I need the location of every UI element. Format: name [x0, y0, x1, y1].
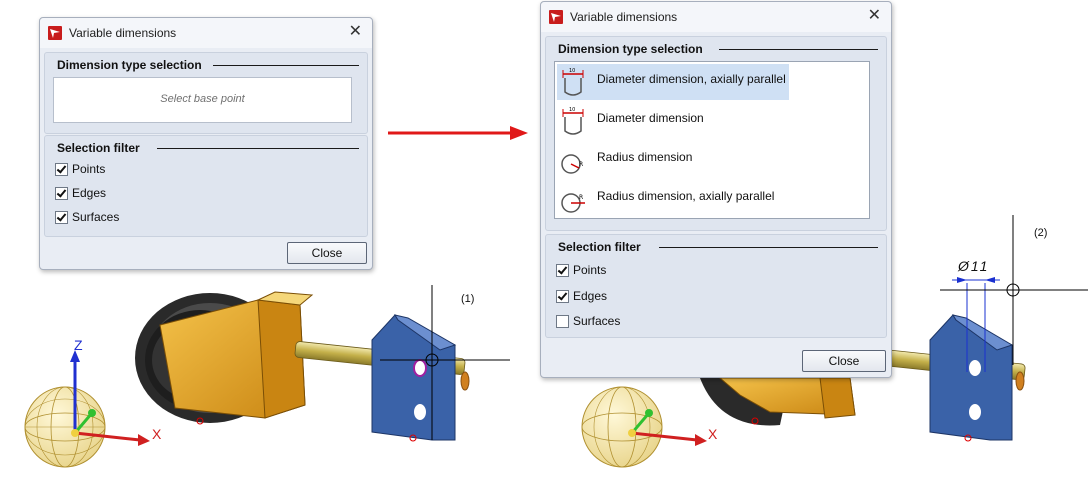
step-2-label: (2)	[1034, 227, 1048, 239]
dimension-type-section: Dimension type selection Select base poi…	[44, 52, 368, 134]
section-header: Selection filter	[558, 240, 645, 254]
section-header: Selection filter	[57, 141, 144, 155]
dimension-type-item[interactable]: R Radius dimension, axially parallel	[557, 181, 789, 217]
dialog-title: Variable dimensions	[570, 10, 678, 24]
edges-checkbox[interactable]	[556, 289, 569, 303]
coordinate-system-left	[24, 350, 150, 468]
app-icon	[549, 10, 563, 24]
dimension-prompt-box[interactable]: Select base point	[53, 77, 352, 123]
right-variable-dimensions-dialog: Variable dimensions ✕ Dimension type sel…	[540, 1, 892, 378]
section-header: Dimension type selection	[558, 42, 707, 56]
selection-filter-section: Selection filter Points Edges Surfaces	[44, 135, 368, 237]
close-icon[interactable]: ✕	[349, 23, 362, 41]
close-button[interactable]: Close	[287, 242, 367, 264]
dimension-type-section: Dimension type selection 10 Diameter dim…	[545, 36, 887, 231]
checkbox-label: Points	[573, 263, 607, 277]
checkbox-label: Edges	[573, 289, 608, 303]
section-header: Dimension type selection	[57, 58, 206, 72]
dimension-type-list[interactable]: 10 Diameter dimension, axially parallel …	[554, 61, 870, 219]
dialog-title-bar[interactable]: Variable dimensions ✕	[40, 18, 372, 48]
filter-edges[interactable]: Edges	[556, 287, 607, 305]
checkbox-label: Points	[72, 162, 106, 176]
filter-points[interactable]: Points	[556, 261, 606, 279]
section-divider	[157, 148, 359, 149]
axis-x-label: X	[152, 426, 162, 442]
section-divider	[719, 49, 878, 50]
dimension-type-item[interactable]: 10 Diameter dimension, axially parallel	[557, 64, 789, 100]
diameter-icon: 10	[562, 107, 584, 135]
section-divider	[213, 65, 359, 66]
section-divider	[659, 247, 878, 248]
select-base-point-prompt: Select base point	[160, 93, 245, 105]
close-icon[interactable]: ✕	[868, 7, 881, 25]
checkbox-label: Surfaces	[573, 314, 621, 328]
radius-icon: R	[561, 154, 583, 174]
selection-filter-section: Selection filter Points Edges Surfaces	[545, 234, 887, 338]
radius-axial-icon: R	[561, 193, 585, 213]
left-variable-dimensions-dialog: Variable dimensions ✕ Dimension type sel…	[39, 17, 373, 270]
item-label: Diameter dimension	[597, 111, 704, 125]
axis-x-label-right: X	[708, 426, 718, 442]
dialog-title-bar[interactable]: Variable dimensions ✕	[541, 2, 891, 32]
filter-edges[interactable]: Edges	[55, 184, 106, 202]
dimension-type-item[interactable]: 10 Diameter dimension	[557, 103, 789, 139]
filter-surfaces[interactable]: Surfaces	[55, 208, 119, 226]
checkbox-label: Edges	[72, 186, 107, 200]
dimension-value-label: Ø11	[958, 258, 990, 274]
points-checkbox[interactable]	[556, 263, 569, 277]
step-1-label: (1)	[461, 293, 475, 305]
edges-checkbox[interactable]	[55, 186, 68, 200]
dialog-title: Variable dimensions	[69, 26, 177, 40]
close-button[interactable]: Close	[802, 350, 886, 372]
blue-bracket-left	[371, 314, 457, 442]
dimension-type-item[interactable]: R Radius dimension	[557, 142, 789, 178]
filter-points[interactable]: Points	[55, 160, 105, 178]
svg-text:10: 10	[569, 107, 575, 113]
filter-surfaces[interactable]: Surfaces	[556, 312, 620, 330]
transition-arrow	[388, 126, 528, 140]
points-checkbox[interactable]	[55, 162, 68, 176]
item-label: Diameter dimension, axially parallel	[597, 72, 786, 86]
item-label: Radius dimension	[597, 150, 693, 164]
diameter-axial-icon: 10	[562, 68, 584, 96]
app-icon	[48, 26, 62, 40]
svg-text:R: R	[579, 194, 583, 201]
svg-text:10: 10	[569, 68, 575, 74]
checkbox-label: Surfaces	[72, 210, 120, 224]
axis-z-label: Z	[74, 337, 83, 353]
surfaces-checkbox[interactable]	[55, 210, 68, 224]
surfaces-checkbox[interactable]	[556, 314, 569, 328]
item-label: Radius dimension, axially parallel	[597, 189, 775, 203]
svg-text:R: R	[579, 161, 583, 168]
